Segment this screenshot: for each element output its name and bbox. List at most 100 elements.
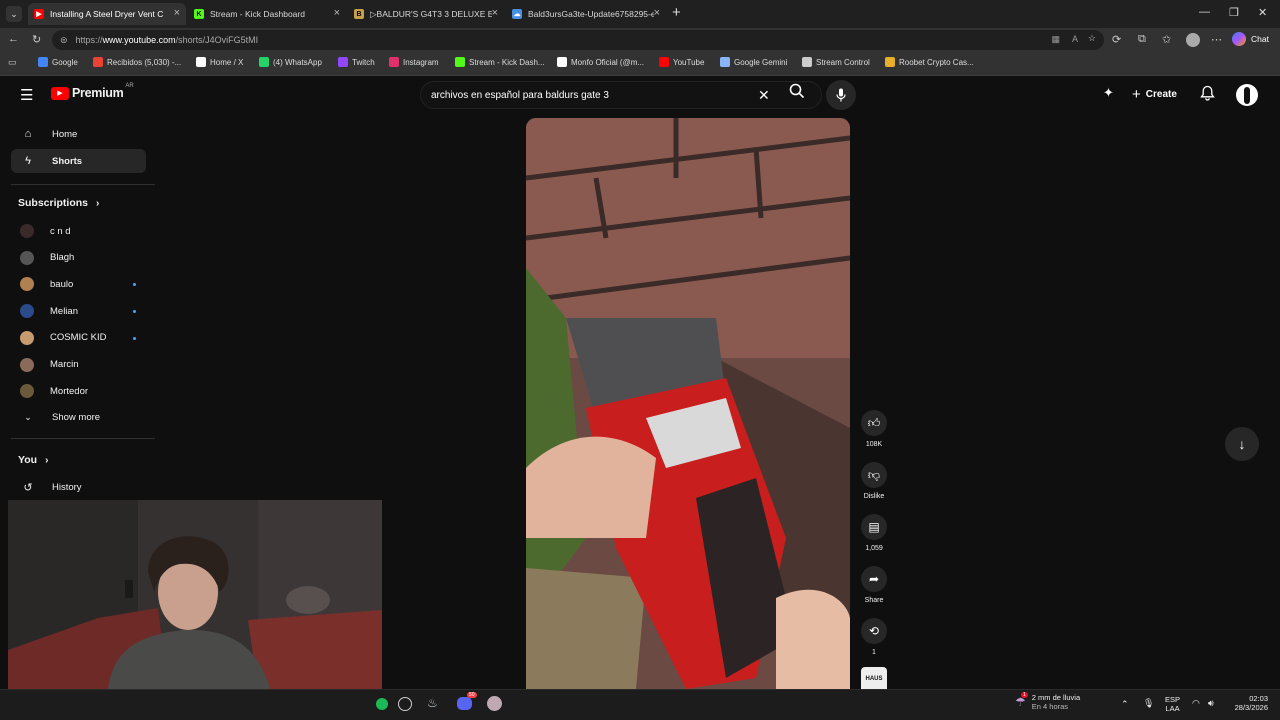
gemini-sparkle-icon[interactable]: ✦ <box>1103 85 1114 101</box>
address-bar[interactable]: ⊜ https:// www.youtube.com /shorts/J4Ovi… <box>52 30 1104 50</box>
next-video-button[interactable]: ↓ <box>1225 427 1259 461</box>
reading-view-icon[interactable]: ▭ <box>8 57 17 68</box>
clock[interactable]: 02:03 28/3/2026 <box>1230 694 1268 712</box>
new-tab-icon[interactable]: + <box>672 4 681 21</box>
clock-app-icon[interactable] <box>398 697 412 711</box>
cloud-icon: ☁ <box>512 9 522 19</box>
subscription-item[interactable]: Melian <box>11 299 146 323</box>
bookmark-gemini[interactable]: Google Gemini <box>720 57 787 67</box>
minimize-icon[interactable]: — <box>1199 6 1210 18</box>
close-tab-icon[interactable]: × <box>334 7 340 19</box>
more-menu-icon[interactable]: ⋯ <box>1211 33 1222 46</box>
language-indicator[interactable]: ESP LAA <box>1165 695 1180 713</box>
back-arrow-icon[interactable]: ← <box>8 33 19 45</box>
discord-badge: 50 <box>467 692 477 698</box>
bookmark-youtube[interactable]: YouTube <box>659 57 704 67</box>
tab-menu-chevron-icon[interactable]: ⌄ <box>6 6 22 22</box>
bookmark-globe[interactable]: Stream Control <box>802 57 870 67</box>
comments-button[interactable]: ▤ 1,059 <box>855 514 893 552</box>
clock-time: 02:03 <box>1249 694 1268 703</box>
tab-kick-dashboard[interactable]: K Stream - Kick Dashboard × <box>188 3 346 25</box>
bookmark-kick[interactable]: Stream - Kick Dash... <box>455 57 545 67</box>
short-video-player[interactable] <box>526 118 850 689</box>
sidebar-item-label: Shorts <box>52 155 83 167</box>
x-icon <box>196 57 206 67</box>
profile-avatar[interactable] <box>1186 33 1200 47</box>
steam-icon[interactable]: ♨ <box>427 696 438 710</box>
like-button[interactable]: 👍︎ 108K <box>855 410 893 448</box>
sidebar-item-home[interactable]: ⌂ Home <box>11 122 146 146</box>
bookmark-gmail[interactable]: Recibidos (5,030) -... <box>93 57 181 67</box>
favorites-icon[interactable]: ✩ <box>1162 33 1171 46</box>
subscription-name: Melian <box>50 305 78 317</box>
bookmark-label: Stream - Kick Dash... <box>469 57 545 67</box>
sidebar-item-history[interactable]: ↺ History <box>11 475 146 499</box>
clear-search-icon[interactable]: ✕ <box>758 87 770 104</box>
wifi-icon[interactable]: ◠ <box>1192 698 1200 709</box>
app-install-icon[interactable]: ▦ <box>1051 34 1060 45</box>
site-info-icon[interactable]: ⊜ <box>60 35 68 46</box>
account-avatar[interactable] <box>1236 84 1258 106</box>
subscription-item[interactable]: COSMIC KID <box>11 326 146 350</box>
search-button[interactable] <box>785 83 809 107</box>
copilot-chat-button[interactable]: Chat <box>1232 32 1269 46</box>
bookmark-whatsapp[interactable]: (4) WhatsApp <box>259 57 322 67</box>
close-window-icon[interactable]: ✕ <box>1258 6 1267 19</box>
tab-title: ▷BALDUR'S G4T3 3 DELUXE EDITI <box>370 8 492 19</box>
spotify-icon[interactable] <box>376 698 388 710</box>
subscription-item[interactable]: Mortedor <box>11 379 146 403</box>
bookmark-x[interactable]: Home / X <box>196 57 243 67</box>
obs-icon[interactable] <box>487 696 502 711</box>
search-input[interactable]: archivos en español para baldurs gate 3 … <box>420 81 822 109</box>
favorite-star-icon[interactable]: ☆ <box>1088 33 1096 44</box>
channel-avatar <box>20 330 34 345</box>
notifications-bell-icon[interactable] <box>1200 85 1215 106</box>
youtube-premium-logo[interactable]: ▶ Premium AR <box>51 83 134 100</box>
voice-search-button[interactable] <box>826 80 856 110</box>
dislike-button[interactable]: 👎︎ Dislike <box>855 462 893 500</box>
subscriptions-header[interactable]: Subscriptions › <box>18 197 99 209</box>
bookmark-roobet[interactable]: Roobet Crypto Cas... <box>885 57 974 67</box>
sidebar-item-shorts[interactable]: ϟ Shorts <box>11 149 146 173</box>
discord-icon[interactable] <box>457 697 472 710</box>
bookmark-label: Roobet Crypto Cas... <box>899 57 974 67</box>
restore-icon[interactable]: ❐ <box>1229 6 1239 19</box>
translate-icon[interactable]: A <box>1072 34 1078 44</box>
bookmark-google[interactable]: Google <box>38 57 78 67</box>
reload-icon[interactable]: ↻ <box>32 33 41 46</box>
you-header[interactable]: You › <box>18 454 48 466</box>
volume-icon[interactable]: 🔊︎ <box>1208 698 1214 709</box>
refresh-extension-icon[interactable]: ⟳ <box>1112 33 1121 46</box>
bookmark-label: Monfo Oficial (@m... <box>571 57 645 67</box>
subscription-item[interactable]: Blagh <box>11 246 146 270</box>
comment-icon: ▤ <box>861 514 887 540</box>
browser-toolbar: ← ↻ ⊜ https:// www.youtube.com /shorts/J… <box>0 28 1280 52</box>
close-tab-icon[interactable]: × <box>654 7 660 19</box>
tab-baldurs-gate[interactable]: B ▷BALDUR'S G4T3 3 DELUXE EDITI × <box>348 3 504 25</box>
close-tab-icon[interactable]: × <box>174 7 180 19</box>
remix-button[interactable]: ⟲ 1 <box>855 618 893 656</box>
bookmark-instagram[interactable]: Instagram <box>389 57 439 67</box>
webcam-overlay <box>8 500 382 689</box>
close-tab-icon[interactable]: × <box>492 7 498 19</box>
share-button[interactable]: ➦ Share <box>855 566 893 604</box>
hamburger-menu-icon[interactable]: ☰ <box>20 86 33 104</box>
gmail-icon <box>93 57 103 67</box>
subscription-item[interactable]: Marcin <box>11 353 146 377</box>
tab-update-download[interactable]: ☁ Bald3ursGa3te-Update6758295-el × <box>506 3 666 25</box>
channel-avatar[interactable]: HAUS <box>861 667 887 689</box>
create-button[interactable]: + Create <box>1132 86 1177 103</box>
mic-tray-icon[interactable]: 🎙︎ <box>1143 698 1154 709</box>
tiktok-icon <box>557 57 567 67</box>
extensions-icon[interactable]: ⧉ <box>1138 33 1146 46</box>
subscription-item[interactable]: c n d <box>11 219 146 243</box>
tab-youtube-video[interactable]: ▶ Installing A Steel Dryer Vent C × <box>28 3 186 25</box>
show-more-button[interactable]: ⌄ Show more <box>11 405 146 429</box>
youtube-icon: ▶ <box>34 9 44 19</box>
bookmark-twitch[interactable]: Twitch <box>338 57 375 67</box>
weather-widget[interactable]: ☂ 1 2 mm de lluvia En 4 horas <box>1015 692 1080 711</box>
tray-overflow-icon[interactable]: ⌃ <box>1121 699 1129 710</box>
thumbs-up-icon: 👍︎ <box>861 410 887 436</box>
bookmark-tiktok[interactable]: Monfo Oficial (@m... <box>557 57 644 67</box>
subscription-item[interactable]: baulo <box>11 272 146 296</box>
